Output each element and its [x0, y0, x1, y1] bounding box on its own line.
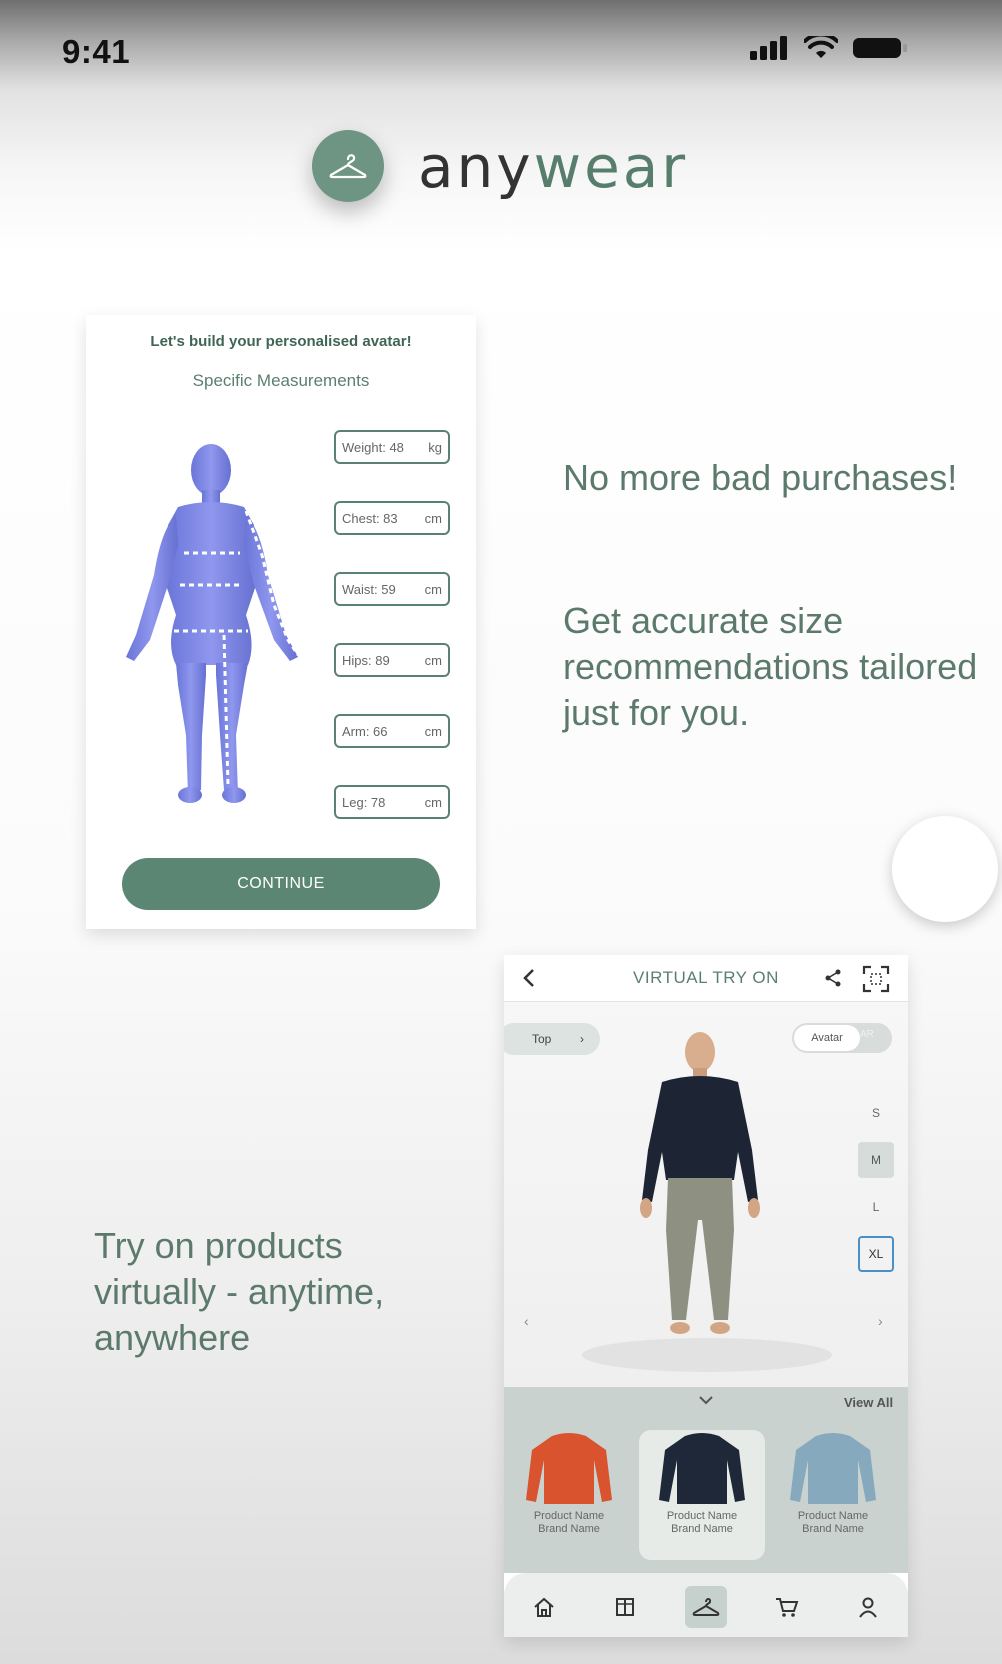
- chest-unit: cm: [424, 510, 442, 526]
- cart-icon: [775, 1598, 799, 1617]
- nav-wardrobe[interactable]: [604, 1586, 646, 1628]
- category-label: Top: [532, 1032, 552, 1046]
- product-card[interactable]: Product Name Brand Name: [770, 1430, 896, 1560]
- size-s[interactable]: S: [858, 1095, 894, 1131]
- promo-try-on-text: Try on products virtually - anytime, any…: [94, 1225, 385, 1358]
- product-name: Product Name: [797, 1510, 869, 1522]
- view-all-link[interactable]: View All: [844, 1395, 893, 1410]
- brand-logo: [312, 130, 384, 202]
- cellular-signal-icon: [750, 36, 787, 60]
- male-avatar-model: [640, 1032, 760, 1334]
- chest-value: Chest: 83: [342, 510, 398, 526]
- sweater-thumbnail: [526, 1433, 612, 1504]
- continue-button[interactable]: CONTINUE: [122, 858, 440, 910]
- size-xl[interactable]: XL: [858, 1236, 894, 1272]
- product-card-selected[interactable]: Product Name Brand Name: [639, 1430, 765, 1560]
- chest-field[interactable]: Chest: 83 cm: [334, 501, 450, 535]
- product-brand: Brand Name: [802, 1523, 864, 1535]
- chevron-left-icon[interactable]: ‹: [524, 1313, 529, 1329]
- leg-unit: cm: [424, 794, 442, 810]
- status-icons: [750, 36, 908, 60]
- avatar-ar-toggle[interactable]: Avatar AR: [792, 1023, 892, 1053]
- waist-unit: cm: [424, 581, 442, 597]
- wifi-icon: [804, 36, 838, 58]
- virtual-try-on-card: VIRTUAL TRY ON Top › Avatar AR S M L XL …: [504, 955, 908, 1637]
- avatar-card-title: Let's build your personalised avatar!: [150, 333, 412, 350]
- leg-value: Leg: 78: [342, 794, 386, 810]
- arm-unit: cm: [424, 723, 442, 739]
- hanger-icon: [329, 154, 367, 179]
- try-on-title: VIRTUAL TRY ON: [633, 968, 779, 987]
- home-icon: [534, 1597, 555, 1617]
- product-card[interactable]: Product Name Brand Name: [506, 1430, 632, 1560]
- weight-unit: kg: [428, 439, 442, 455]
- product-brand: Brand Name: [538, 1523, 600, 1535]
- avatar-body-illustration: [126, 444, 300, 803]
- toggle-ar-option: AR: [860, 1029, 874, 1040]
- nav-try-on[interactable]: [684, 1586, 727, 1628]
- size-l[interactable]: L: [858, 1189, 894, 1225]
- leg-field[interactable]: Leg: 78 cm: [334, 785, 450, 819]
- wardrobe-icon: [616, 1598, 635, 1616]
- sweater-thumbnail: [790, 1433, 876, 1504]
- brand-name: anywear: [418, 133, 688, 201]
- hips-field[interactable]: Hips: 89 cm: [334, 643, 450, 677]
- status-time: 9:41: [62, 33, 131, 70]
- arm-value: Arm: 66: [342, 723, 388, 739]
- chevron-right-icon: ›: [580, 1032, 584, 1046]
- product-brand: Brand Name: [671, 1523, 733, 1535]
- brand-accent: wear: [533, 133, 689, 201]
- nav-cart[interactable]: [766, 1586, 808, 1628]
- fullscreen-icon[interactable]: [862, 965, 890, 993]
- floating-circle-button[interactable]: [892, 816, 998, 922]
- profile-icon: [858, 1597, 877, 1618]
- weight-field[interactable]: Weight: 48 kg: [334, 430, 450, 464]
- arm-field[interactable]: Arm: 66 cm: [334, 714, 450, 748]
- hips-unit: cm: [424, 652, 442, 668]
- hips-value: Hips: 89: [342, 652, 390, 668]
- product-name: Product Name: [666, 1510, 738, 1522]
- promo-headline: No more bad purchases!: [563, 457, 958, 498]
- nav-profile[interactable]: [847, 1586, 889, 1628]
- product-name: Product Name: [533, 1510, 605, 1522]
- battery-icon: [853, 38, 907, 58]
- sweater-thumbnail: [659, 1433, 745, 1504]
- avatar-card-subtitle: Specific Measurements: [192, 371, 370, 390]
- waist-field[interactable]: Waist: 59 cm: [334, 572, 450, 606]
- toggle-avatar-option: Avatar: [794, 1025, 860, 1051]
- size-m[interactable]: M: [858, 1142, 894, 1178]
- share-icon[interactable]: [824, 969, 842, 987]
- hanger-icon: [692, 1598, 720, 1616]
- avatar-measurement-card: Let's build your personalised avatar! Sp…: [86, 315, 476, 929]
- promo-description: Get accurate size recommendations tailor…: [563, 600, 978, 733]
- waist-value: Waist: 59: [342, 581, 396, 597]
- chevron-right-icon[interactable]: ›: [878, 1313, 883, 1329]
- nav-home[interactable]: [523, 1586, 565, 1628]
- brand-prefix: any: [418, 133, 534, 201]
- category-selector[interactable]: Top ›: [504, 1023, 600, 1055]
- bottom-nav: [504, 1573, 908, 1637]
- weight-value: Weight: 48: [342, 439, 404, 455]
- chevron-down-icon[interactable]: [698, 1395, 714, 1405]
